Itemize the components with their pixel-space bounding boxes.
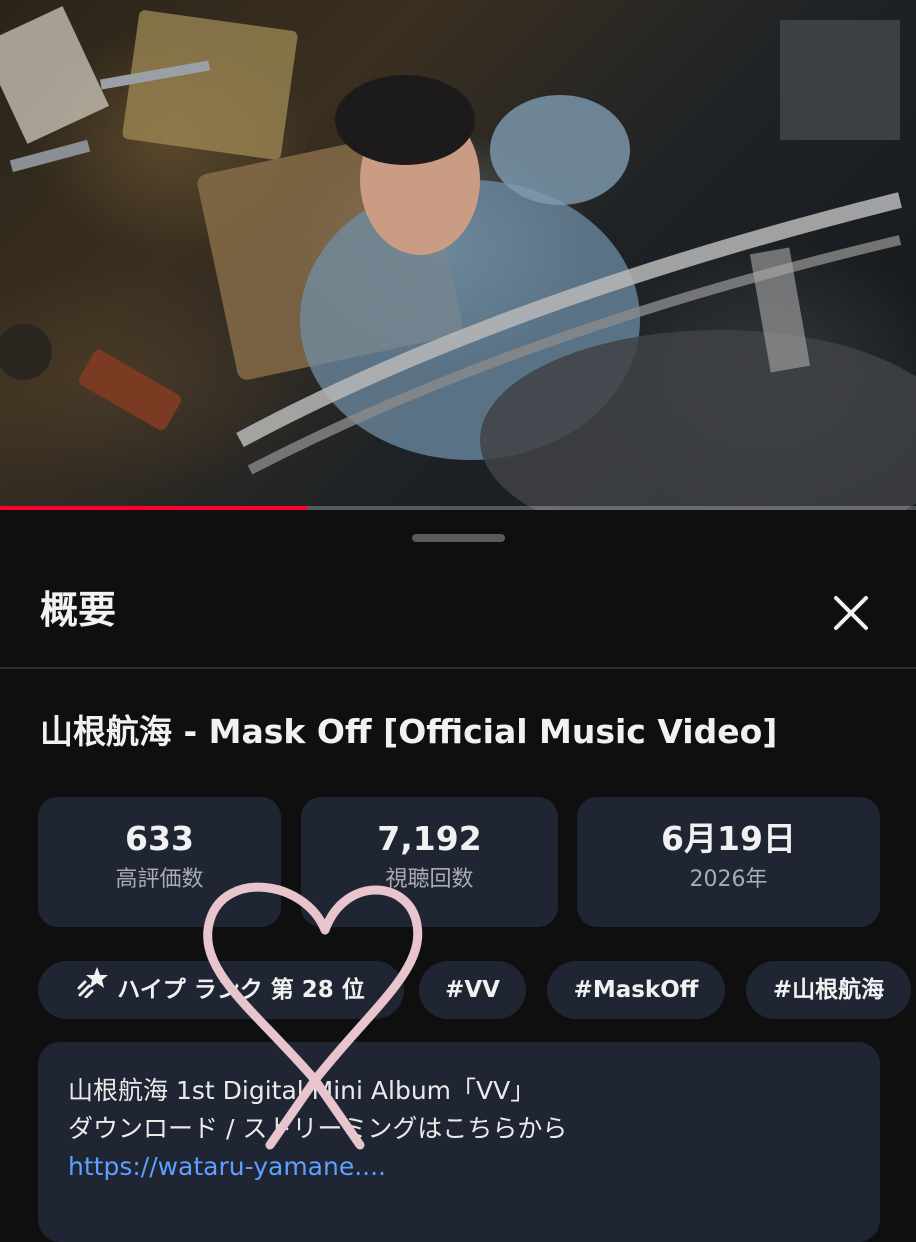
drag-handle[interactable]	[412, 534, 505, 542]
video-title: 山根航海 - Mask Off [Official Music Video]	[40, 712, 778, 751]
description-box[interactable]: 山根航海 1st Digital Mini Album「VV」 ダウンロード /…	[38, 1042, 880, 1242]
panel-title: 概要	[40, 588, 117, 632]
hashtag-chip-maskoff[interactable]: #MaskOff	[547, 961, 725, 1019]
date-stat: 6月19日 2026年	[577, 797, 880, 927]
video-player[interactable]	[0, 0, 916, 510]
description-panel: 概要 山根航海 - Mask Off [Official Music Video…	[0, 514, 916, 1242]
hashtag-label: #山根航海	[772, 977, 885, 1003]
hand-drawn-heart-icon	[203, 882, 423, 1150]
hashtag-label: #VV	[445, 977, 500, 1003]
hashtag-chip-vv[interactable]: #VV	[419, 961, 526, 1019]
close-button[interactable]	[826, 588, 876, 638]
likes-count: 633	[125, 819, 194, 858]
divider	[0, 667, 916, 669]
video-progress-bar[interactable]	[0, 506, 916, 510]
hashtag-chip-artist[interactable]: #山根航海	[746, 961, 911, 1019]
publish-year: 2026年	[689, 867, 768, 892]
publish-date: 6月19日	[661, 819, 796, 858]
close-icon	[834, 596, 868, 630]
hype-star-icon	[77, 962, 111, 1020]
views-count: 7,192	[377, 819, 482, 858]
hashtag-label: #MaskOff	[573, 977, 699, 1003]
video-frame	[0, 6, 916, 510]
video-progress-fill	[0, 506, 307, 510]
